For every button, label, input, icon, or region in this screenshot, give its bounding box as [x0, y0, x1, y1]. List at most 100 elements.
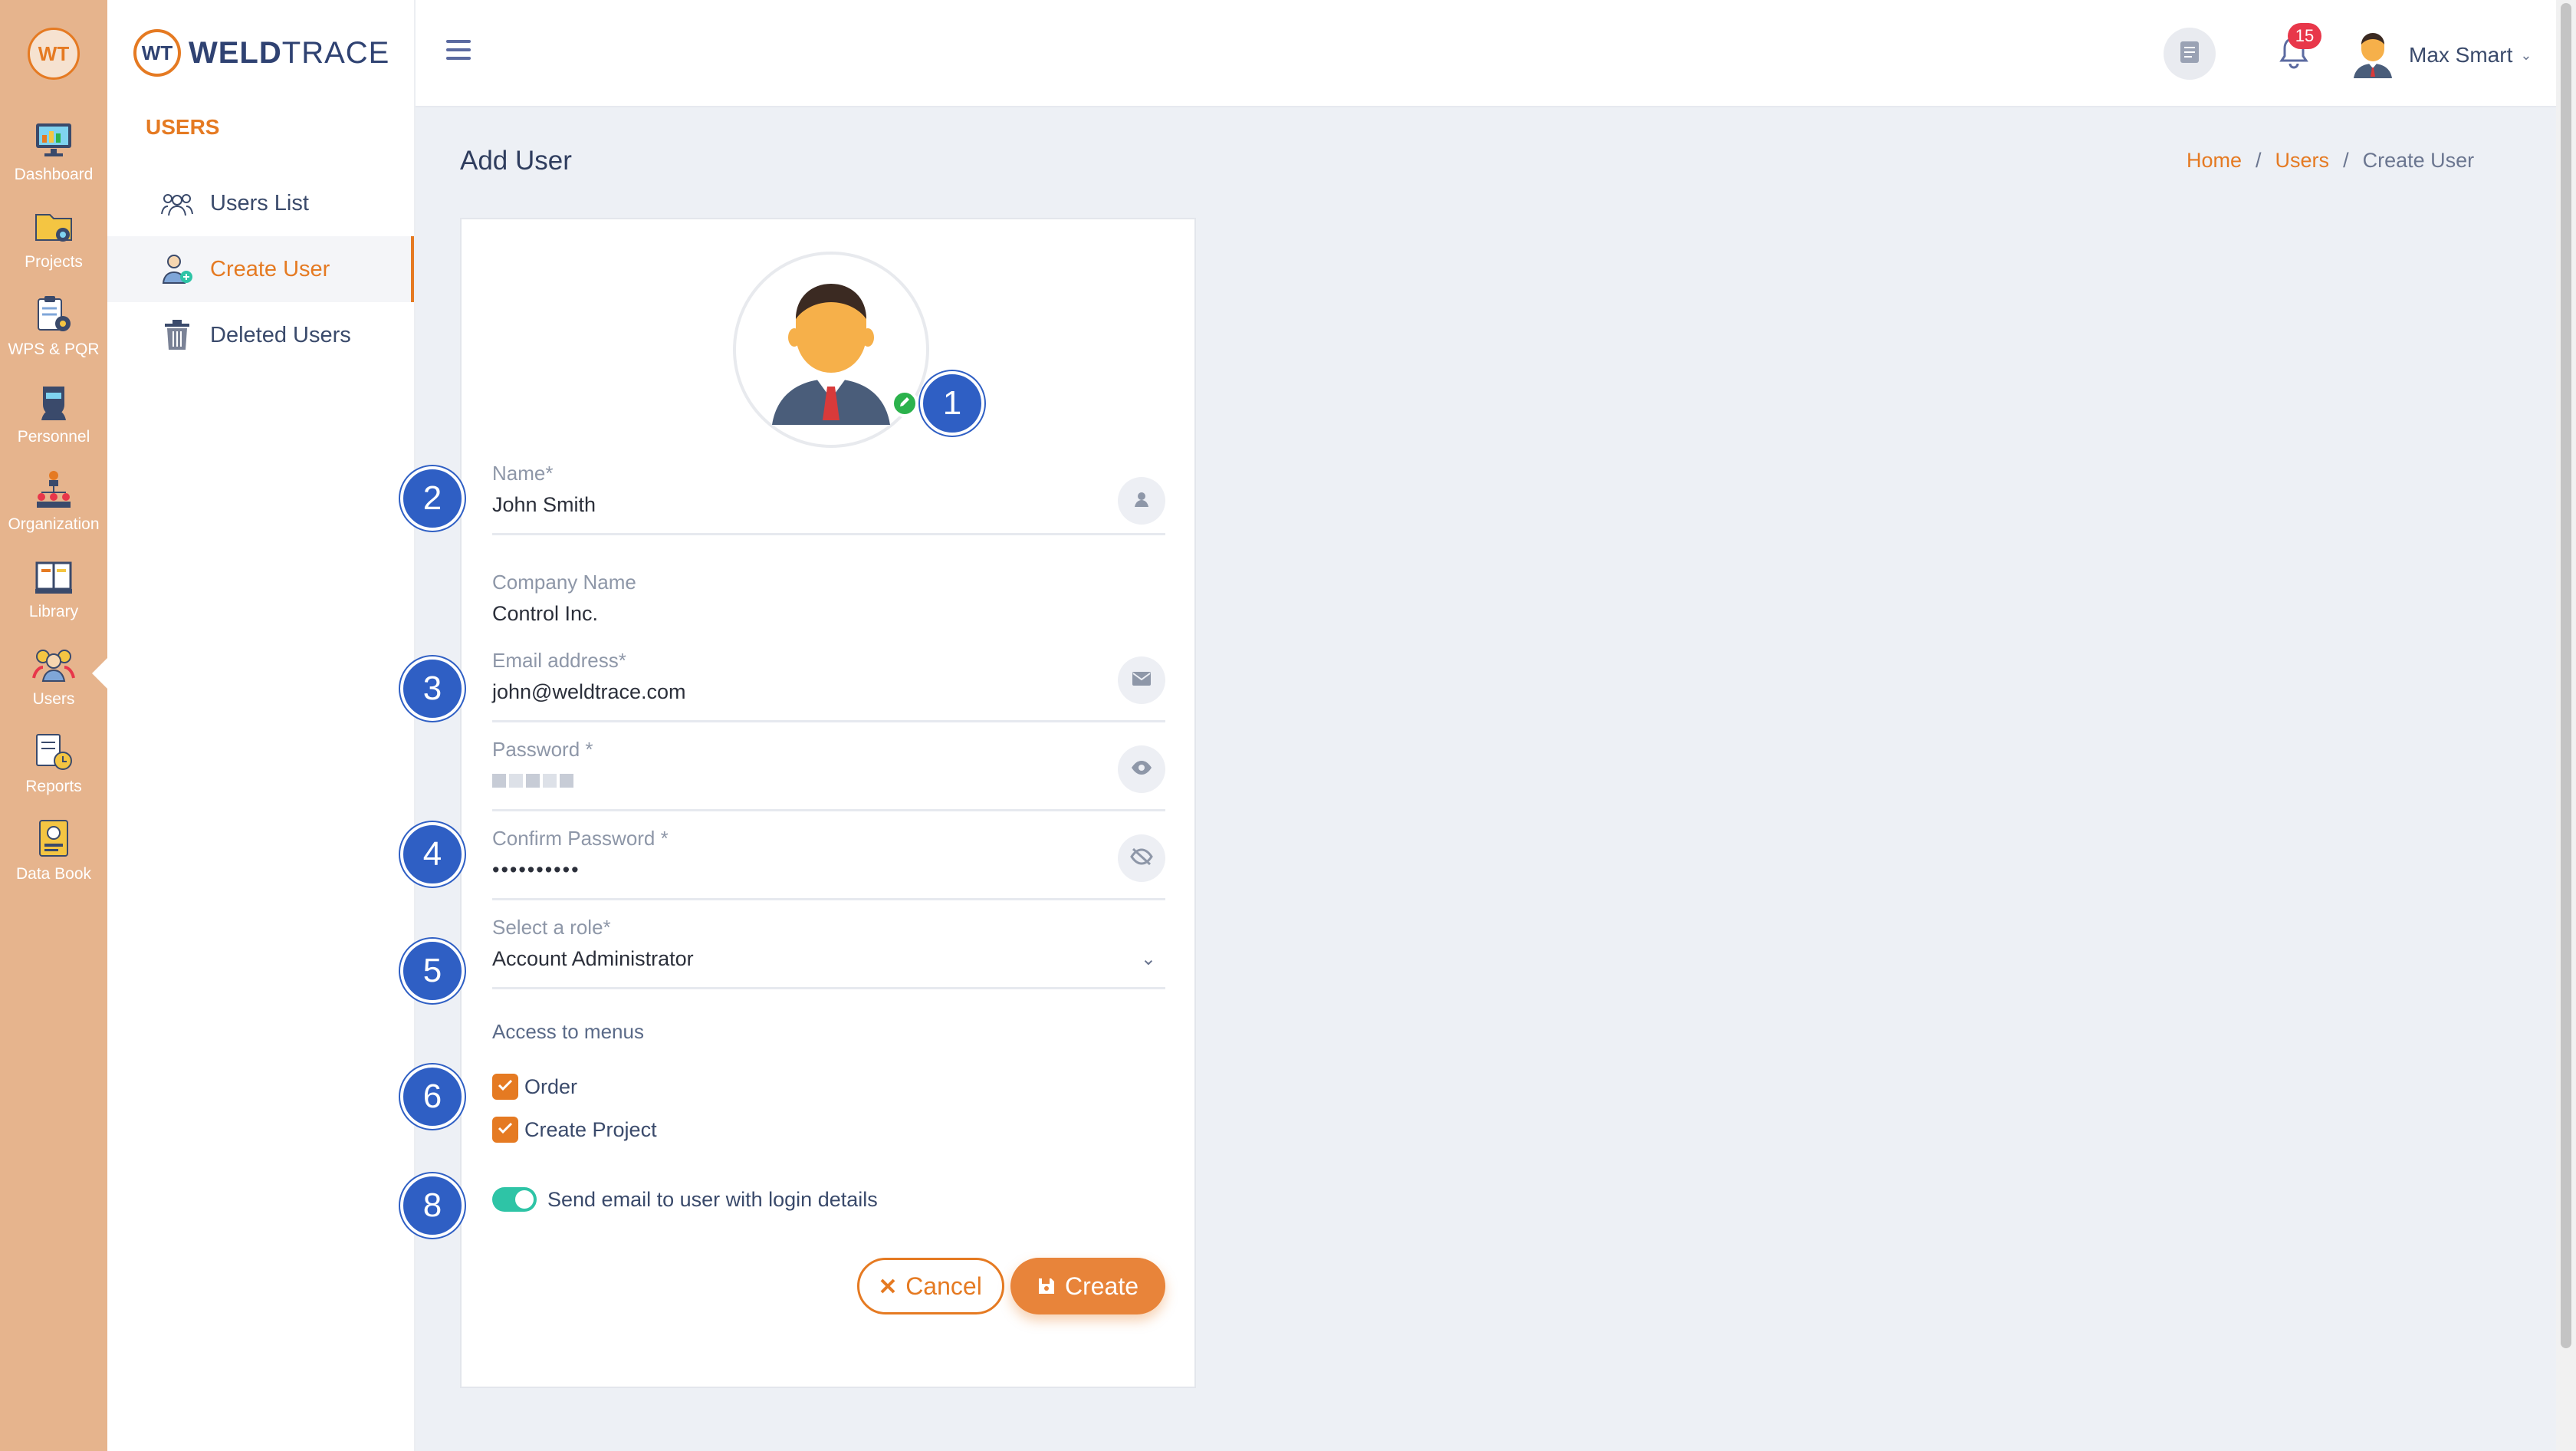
- rail-item-users[interactable]: Users: [0, 643, 107, 722]
- company-value[interactable]: Control Inc.: [492, 602, 1165, 626]
- active-pointer: [92, 658, 107, 689]
- rail-label: WPS & PQR: [8, 341, 100, 358]
- page-scrollbar[interactable]: [2556, 0, 2576, 1451]
- password-field[interactable]: Password *: [492, 738, 1165, 811]
- clipboard-gear-icon: [32, 293, 75, 336]
- page-title: Add User: [460, 146, 572, 176]
- create-label: Create: [1064, 1272, 1139, 1300]
- rail-item-organization[interactable]: Organization: [0, 468, 107, 548]
- checkbox-label: Create Project: [524, 1117, 657, 1141]
- avatar: [2351, 29, 2395, 82]
- name-field-button: [1118, 477, 1165, 525]
- show-password-button[interactable]: [1118, 745, 1165, 793]
- hide-password-button[interactable]: [1118, 834, 1165, 882]
- send-email-toggle[interactable]: Send email to user with login details: [492, 1187, 878, 1212]
- user-avatar-icon: [758, 271, 904, 429]
- rail-label: Users: [32, 690, 75, 708]
- rail-label: Projects: [25, 253, 83, 271]
- documents-button[interactable]: [2164, 28, 2216, 80]
- chevron-down-icon[interactable]: ⌄: [1141, 948, 1156, 970]
- profile-photo[interactable]: [733, 252, 929, 448]
- rail-item-personnel[interactable]: Personnel: [0, 380, 107, 460]
- step-marker: 3: [400, 656, 465, 721]
- users-icon: [32, 643, 75, 686]
- step-marker: 4: [400, 822, 465, 887]
- checkbox-label: Order: [524, 1074, 578, 1098]
- confirm-password-value[interactable]: ••••••••••: [492, 858, 1165, 882]
- subnav-label: Users List: [210, 190, 309, 216]
- name-value[interactable]: John Smith: [492, 493, 1165, 517]
- databook-icon: [32, 818, 75, 860]
- email-label: Email address*: [492, 649, 626, 672]
- pencil-icon: [899, 396, 911, 412]
- checkbox[interactable]: [492, 1117, 518, 1143]
- welder-icon: [32, 380, 75, 423]
- confirm-password-field[interactable]: Confirm Password * ••••••••••: [492, 827, 1165, 900]
- breadcrumb: Home / Users / Create User: [2187, 149, 2474, 173]
- breadcrumb-users[interactable]: Users: [2275, 149, 2330, 173]
- folder-gear-icon: [32, 206, 75, 248]
- name-field[interactable]: Name* John Smith: [492, 462, 1165, 535]
- users-group-icon: [159, 186, 195, 221]
- toggle-switch[interactable]: [492, 1187, 537, 1212]
- edit-photo-button[interactable]: [891, 390, 918, 417]
- brand-logo[interactable]: WT WELDTRACE: [133, 29, 389, 77]
- toggle-label: Send email to user with login details: [547, 1187, 878, 1211]
- report-clock-icon: [32, 730, 75, 773]
- rail-item-dashboard[interactable]: Dashboard: [0, 118, 107, 198]
- email-field[interactable]: Email address* john@weldtrace.com: [492, 649, 1165, 722]
- subnav-item-users-list[interactable]: Users List: [107, 170, 414, 236]
- rail-logo[interactable]: WT: [28, 28, 80, 80]
- sub-navigation: WT WELDTRACE USERS Users List Create Use…: [107, 0, 416, 1451]
- person-icon: [1132, 490, 1151, 512]
- breadcrumb-current: Create User: [2362, 149, 2475, 172]
- top-header: 15 Max Smart ⌄: [416, 0, 2556, 107]
- password-label: Password *: [492, 738, 593, 761]
- monitor-icon: [32, 118, 75, 161]
- brand-name-light: TRACE: [281, 35, 390, 70]
- cancel-button[interactable]: Cancel: [857, 1258, 1004, 1314]
- role-label: Select a role*: [492, 916, 611, 939]
- rail-item-reports[interactable]: Reports: [0, 730, 107, 810]
- checkbox-order[interactable]: Order: [492, 1074, 577, 1100]
- breadcrumb-home[interactable]: Home: [2187, 149, 2242, 173]
- chevron-down-icon: ⌄: [2520, 47, 2532, 63]
- step-marker: 6: [400, 1064, 465, 1129]
- rail-item-data-book[interactable]: Data Book: [0, 818, 107, 897]
- trash-icon: [159, 318, 195, 353]
- rail-label: Data Book: [15, 865, 92, 883]
- user-name: Max Smart: [2409, 43, 2513, 67]
- step-marker: 1: [920, 371, 984, 436]
- role-value[interactable]: Account Administrator: [492, 947, 1165, 971]
- email-value[interactable]: john@weldtrace.com: [492, 680, 1165, 704]
- notifications-button[interactable]: 15: [2268, 23, 2321, 80]
- envelope-icon: [1132, 671, 1152, 690]
- icon-rail: WT Dashboard Projects WPS & PQR Personne…: [0, 0, 107, 1451]
- rail-label: Personnel: [17, 428, 90, 446]
- org-chart-icon: [32, 468, 75, 511]
- brand-mark: WT: [133, 29, 181, 77]
- check-icon: [498, 1122, 513, 1138]
- menu-toggle-icon[interactable]: [446, 40, 471, 64]
- scrollbar-thumb[interactable]: [2561, 3, 2571, 1348]
- subnav-item-deleted-users[interactable]: Deleted Users: [107, 302, 414, 368]
- add-user-form: Name* John Smith Company Name Control In…: [460, 218, 1196, 1388]
- step-marker: 5: [400, 939, 465, 1003]
- rail-item-projects[interactable]: Projects: [0, 206, 107, 285]
- create-button[interactable]: Create: [1010, 1258, 1165, 1314]
- brand-name: WELDTRACE: [189, 36, 389, 71]
- subnav-label: Deleted Users: [210, 322, 351, 347]
- step-marker: 8: [400, 1173, 465, 1238]
- company-name-field[interactable]: Company Name Control Inc.: [492, 571, 1165, 626]
- access-menus-label: Access to menus: [492, 1020, 644, 1043]
- brand-name-bold: WELD: [189, 35, 282, 70]
- subnav-item-create-user[interactable]: Create User: [107, 236, 414, 302]
- checkbox[interactable]: [492, 1074, 518, 1100]
- role-select[interactable]: Select a role* Account Administrator ⌄: [492, 916, 1165, 989]
- rail-item-wps-pqr[interactable]: WPS & PQR: [0, 293, 107, 373]
- checkbox-create-project[interactable]: Create Project: [492, 1117, 657, 1143]
- password-value-masked[interactable]: [492, 774, 1165, 788]
- company-label: Company Name: [492, 571, 636, 594]
- rail-item-library[interactable]: Library: [0, 555, 107, 635]
- user-menu[interactable]: Max Smart ⌄: [2351, 28, 2532, 83]
